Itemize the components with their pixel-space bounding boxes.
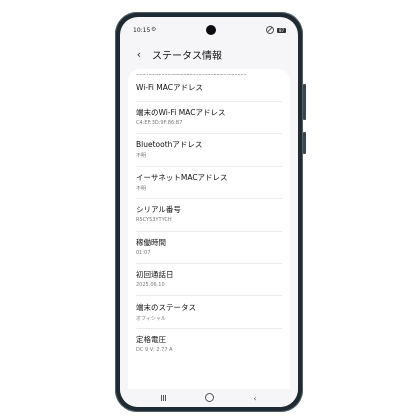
recents-icon[interactable] [153, 394, 173, 403]
item-label: 定格電圧 [136, 335, 166, 344]
battery-icon: 87 [277, 27, 286, 33]
item-label: シリアル番号 [136, 205, 181, 214]
status-time: 10:15 [133, 27, 151, 34]
list-item-rated-voltage[interactable]: 定格電圧 DC 9 V; 2.77 A [136, 334, 282, 353]
status-icons: 87 [266, 26, 286, 34]
item-label: 稼働時間 [136, 238, 166, 247]
list-item-wifi-mac[interactable]: Wi-Fi MACアドレス [136, 82, 282, 93]
list-item-ethernet-mac[interactable]: イーサネットMACアドレス 不明 [136, 172, 282, 192]
item-label: 初回通話日 [136, 270, 174, 279]
item-value: DC 9 V; 2.77 A [136, 347, 173, 353]
nav-back-icon[interactable]: ‹ [245, 394, 265, 403]
list-item-first-call[interactable]: 初回通話日 2025.06.10 [136, 269, 282, 288]
power-button [303, 132, 306, 154]
list-item-serial[interactable]: シリアル番号 R5CY53YTYCH [136, 204, 282, 223]
app-header: ‹ ステータス情報 [120, 41, 298, 67]
phone-frame: 10:15 ⚙ 87 ‹ ステータス情報 05d4a3d10e5da8a0ba9… [115, 12, 306, 412]
item-value: C4:EF:3D:9F:86:B7 [136, 120, 183, 126]
navigation-bar: ‹ [120, 389, 298, 407]
divider [136, 328, 282, 329]
item-value: 2025.06.10 [136, 282, 165, 288]
volume-button [303, 84, 306, 120]
truncated-value: 05d4a3d10e5da8a0ba9c56c3c22b0f5d3c30 [136, 71, 247, 77]
list-item-bluetooth[interactable]: Bluetoothアドレス 不明 [136, 139, 282, 159]
item-value: 不明 [136, 186, 147, 192]
item-label: 端末のWi-Fi MACアドレス [136, 108, 226, 117]
item-label: Wi-Fi MACアドレス [136, 83, 203, 92]
divider [136, 198, 282, 199]
item-label: 端末のステータス [136, 303, 196, 312]
do-not-disturb-icon [266, 26, 274, 34]
divider [136, 231, 282, 232]
item-value: 不明 [136, 153, 147, 159]
item-label: イーサネットMACアドレス [136, 173, 228, 182]
status-info-list[interactable]: 05d4a3d10e5da8a0ba9c56c3c22b0f5d3c30 Wi-… [128, 69, 290, 391]
item-value: 01:07 [136, 250, 151, 256]
list-item-uptime[interactable]: 稼働時間 01:07 [136, 237, 282, 256]
item-value: R5CY53YTYCH [136, 217, 172, 223]
phone-screen: 10:15 ⚙ 87 ‹ ステータス情報 05d4a3d10e5da8a0ba9… [120, 17, 298, 407]
divider [136, 101, 282, 102]
item-label: Bluetoothアドレス [136, 140, 203, 149]
front-camera [206, 25, 216, 35]
divider [136, 133, 282, 134]
gear-icon: ⚙ [151, 26, 157, 33]
home-icon[interactable] [199, 392, 219, 404]
list-item-device-wifi-mac[interactable]: 端末のWi-Fi MACアドレス C4:EF:3D:9F:86:B7 [136, 107, 282, 126]
item-value: オフィシャル [136, 316, 166, 322]
divider [136, 166, 282, 167]
divider [136, 295, 282, 296]
page-title: ステータス情報 [152, 50, 222, 62]
divider [136, 263, 282, 264]
chevron-left-icon[interactable]: ‹ [132, 47, 146, 61]
list-item-device-status[interactable]: 端末のステータス オフィシャル [136, 302, 282, 322]
status-bar: 10:15 ⚙ 87 [120, 17, 298, 39]
